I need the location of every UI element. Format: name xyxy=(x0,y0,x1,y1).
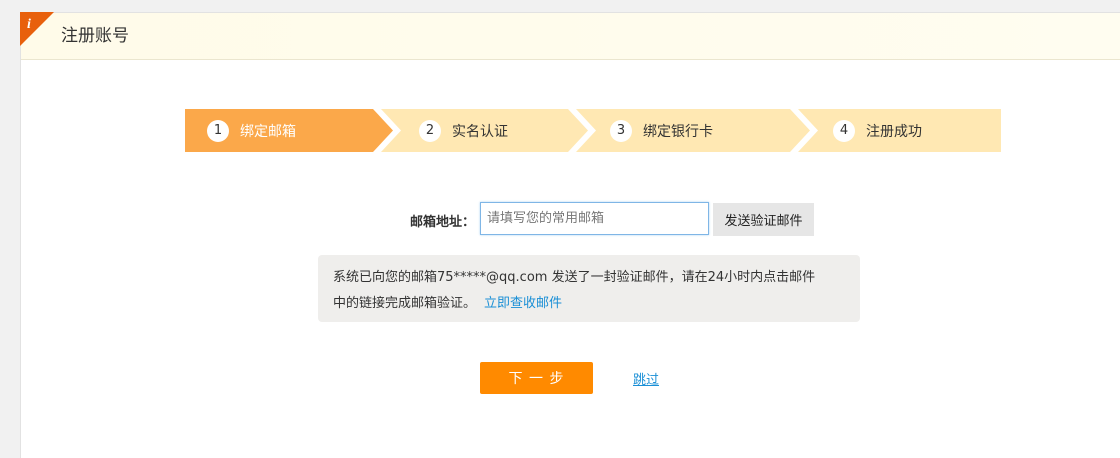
verification-notice: 系统已向您的邮箱75*****@qq.com 发送了一封验证邮件，请在24小时内… xyxy=(318,255,860,322)
step-3: 3 绑定银行卡 xyxy=(610,120,713,142)
step-2: 2 实名认证 xyxy=(419,120,508,142)
page-title: 注册账号 xyxy=(61,26,129,46)
notice-line-2: 中的链接完成邮箱验证。 xyxy=(333,296,477,311)
step-3-label: 绑定银行卡 xyxy=(643,124,713,140)
email-input[interactable] xyxy=(480,202,709,235)
send-verification-button[interactable]: 发送验证邮件 xyxy=(713,203,814,236)
step-2-number: 2 xyxy=(419,120,441,142)
notice-line-2-container: 中的链接完成邮箱验证。 立即查收邮件 xyxy=(333,291,845,317)
step-4: 4 注册成功 xyxy=(833,120,922,142)
step-1: 1 绑定邮箱 xyxy=(207,120,296,142)
step-progress: 1 绑定邮箱 2 实名认证 3 绑定银行卡 4 注册成功 xyxy=(185,109,1001,152)
step-1-number: 1 xyxy=(207,120,229,142)
skip-link[interactable]: 跳过 xyxy=(633,369,659,388)
info-icon: i xyxy=(20,12,54,46)
step-4-number: 4 xyxy=(833,120,855,142)
next-step-button[interactable]: 下 一 步 xyxy=(480,362,593,394)
step-4-label: 注册成功 xyxy=(866,124,922,140)
step-3-number: 3 xyxy=(610,120,632,142)
registration-panel: i 注册账号 1 绑定邮箱 2 实名认证 3 绑定银行卡 4 注册成功 邮箱地址… xyxy=(20,12,1120,458)
check-mail-link[interactable]: 立即查收邮件 xyxy=(484,296,562,311)
panel-header: i 注册账号 xyxy=(20,12,1120,60)
step-1-label: 绑定邮箱 xyxy=(240,124,296,140)
info-icon-glyph: i xyxy=(27,17,31,32)
email-label: 邮箱地址： xyxy=(410,215,476,230)
step-2-label: 实名认证 xyxy=(452,124,508,140)
notice-line-1: 系统已向您的邮箱75*****@qq.com 发送了一封验证邮件，请在24小时内… xyxy=(333,270,816,285)
email-form-row: 邮箱地址： 发送验证邮件 xyxy=(21,202,1120,236)
